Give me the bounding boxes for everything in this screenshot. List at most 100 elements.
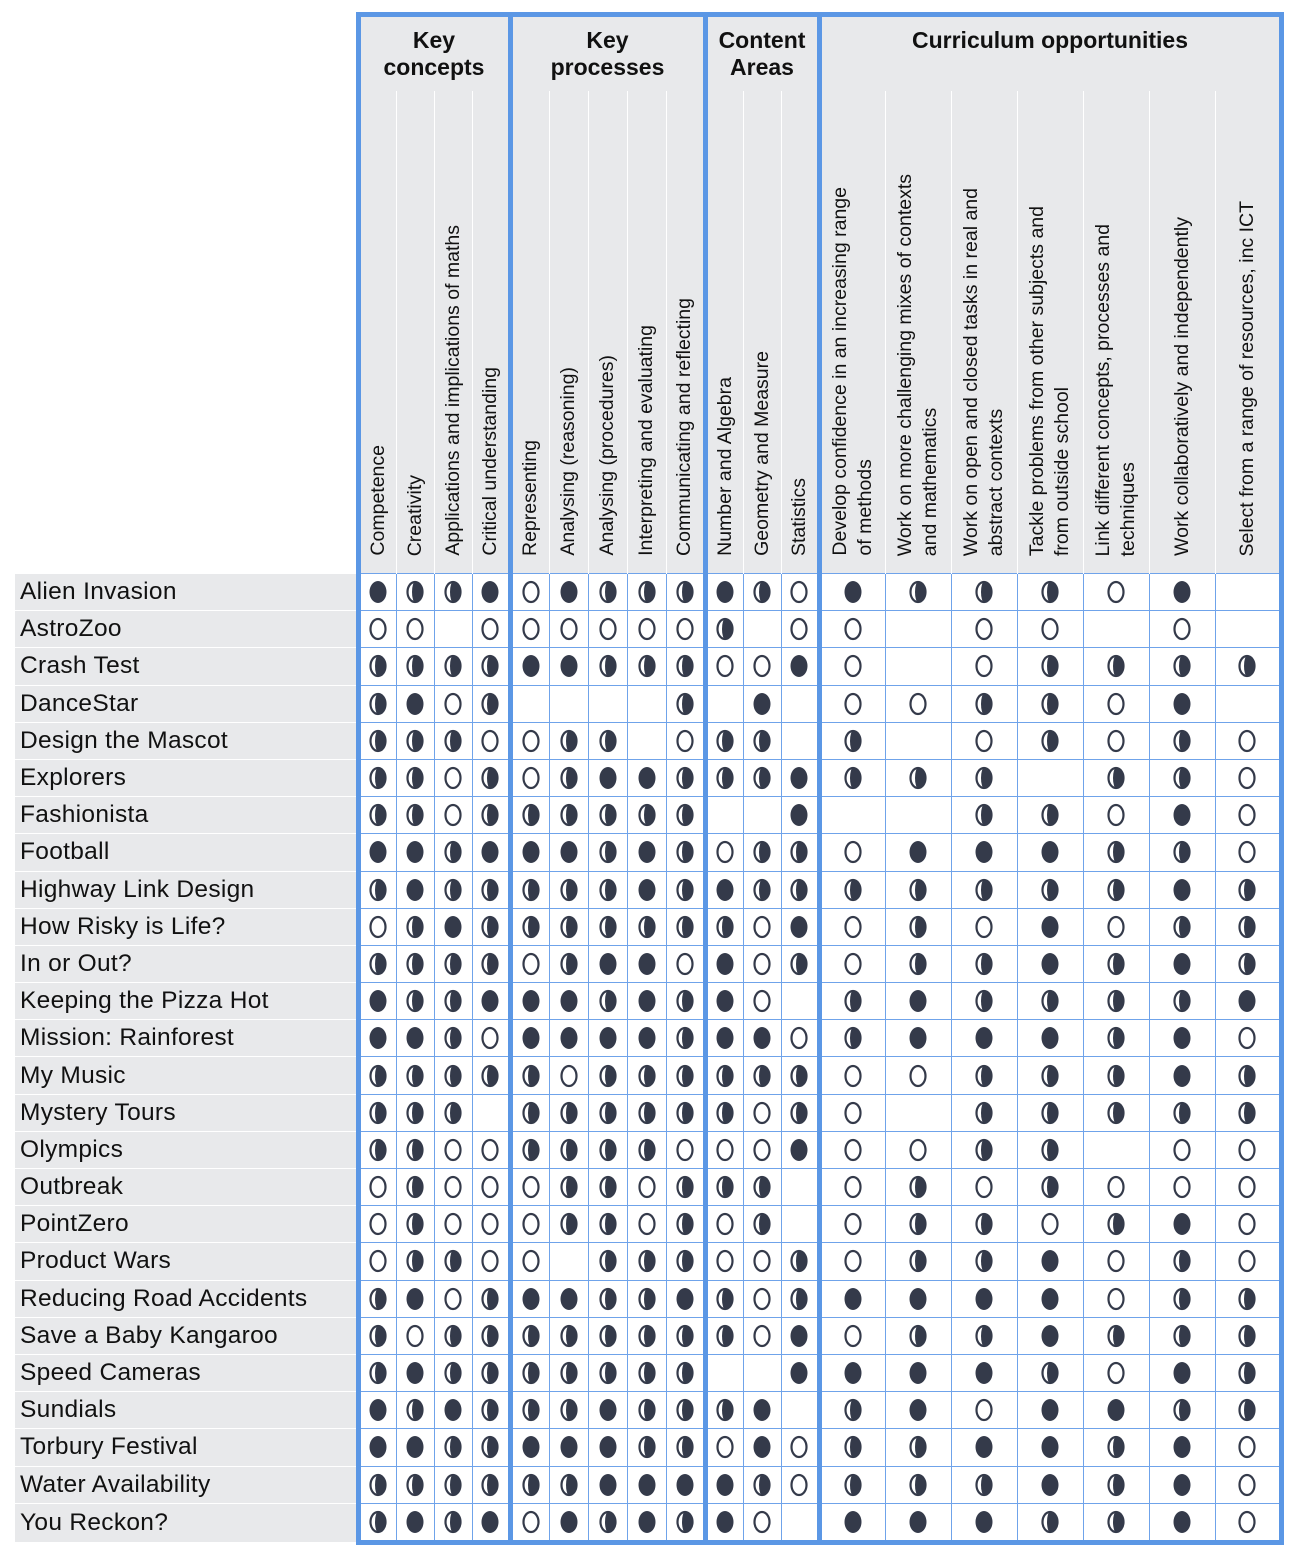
role-cell	[1016, 1205, 1084, 1244]
role-cell	[587, 572, 628, 612]
major-role-icon	[1041, 1399, 1059, 1422]
role-cell	[626, 758, 667, 798]
major-role-icon	[1173, 581, 1191, 604]
minor-role-icon	[1238, 1027, 1256, 1050]
role-cell	[507, 610, 550, 649]
significant-role-icon	[1173, 841, 1191, 864]
role-cell	[780, 1353, 820, 1393]
role-cell	[1082, 1056, 1150, 1095]
column-header-label: Statistics	[787, 477, 810, 556]
role-cell	[507, 758, 550, 798]
role-cell	[665, 1056, 706, 1095]
role-cell	[507, 1391, 550, 1430]
role-cell	[433, 758, 473, 798]
role-cell	[950, 1242, 1018, 1281]
minor-role-icon	[1107, 804, 1125, 827]
role-cell	[395, 647, 435, 686]
significant-role-icon	[598, 1101, 617, 1124]
role-cell	[1082, 833, 1150, 872]
role-cell	[780, 870, 820, 909]
significant-role-icon	[844, 878, 862, 901]
column-header-label: Number and Algebra	[713, 377, 736, 556]
major-role-icon	[1041, 1250, 1059, 1273]
role-cell	[395, 684, 435, 723]
significant-role-icon	[975, 1250, 993, 1273]
significant-role-icon	[716, 1101, 734, 1124]
role-cell	[816, 1056, 886, 1095]
role-cell	[1082, 1242, 1150, 1281]
minor-role-icon	[844, 692, 862, 715]
significant-role-icon	[1107, 1436, 1125, 1459]
role-cell	[1082, 758, 1150, 798]
significant-role-icon	[975, 1473, 993, 1496]
role-cell	[702, 1093, 744, 1132]
role-cell	[702, 1167, 744, 1207]
significant-role-icon	[716, 1324, 734, 1347]
significant-role-icon	[909, 1213, 927, 1236]
major-role-icon	[599, 1436, 616, 1459]
significant-role-icon	[1041, 1175, 1059, 1199]
significant-role-icon	[790, 878, 808, 901]
major-role-icon	[560, 655, 577, 678]
role-cell	[1214, 1056, 1284, 1095]
significant-role-icon	[444, 878, 462, 901]
minor-role-icon	[753, 1287, 771, 1310]
column-header: Communicating and reflecting	[666, 91, 706, 574]
minor-role-icon	[753, 655, 771, 678]
role-cell	[355, 796, 397, 835]
activity-name: Outbreak	[15, 1168, 358, 1207]
role-cell	[780, 1167, 820, 1207]
significant-role-icon	[716, 766, 734, 790]
role-cell	[507, 1242, 550, 1281]
significant-role-icon	[369, 1473, 387, 1496]
role-cell	[395, 1019, 435, 1058]
minor-role-icon	[844, 952, 862, 976]
role-cell	[884, 870, 952, 909]
minor-role-icon	[559, 618, 578, 641]
minor-role-icon	[716, 1213, 734, 1236]
column-header: Competence	[355, 91, 397, 574]
role-cell	[1214, 1465, 1284, 1504]
major-role-icon	[844, 1287, 862, 1310]
role-cell	[471, 944, 511, 984]
role-cell	[884, 572, 952, 612]
role-cell	[626, 833, 667, 872]
significant-role-icon	[975, 580, 993, 604]
minor-role-icon	[444, 766, 462, 790]
significant-role-icon	[521, 1473, 540, 1496]
role-cell	[433, 907, 473, 946]
corner-blank	[15, 14, 358, 574]
role-cell	[1082, 944, 1150, 984]
role-cell	[355, 610, 397, 649]
major-role-icon	[1173, 1362, 1191, 1385]
role-cell	[884, 721, 952, 760]
role-cell	[702, 1316, 744, 1355]
minor-role-icon	[975, 915, 993, 938]
significant-role-icon	[716, 618, 734, 641]
significant-role-icon	[481, 952, 499, 976]
role-cell	[626, 684, 667, 723]
role-cell	[626, 572, 667, 612]
major-role-icon	[406, 1510, 424, 1533]
role-cell	[395, 796, 435, 835]
significant-role-icon	[1173, 1287, 1191, 1310]
table-row: Keeping the Pizza Hot	[15, 982, 1284, 1021]
major-role-icon	[599, 1027, 616, 1050]
activity-name: PointZero	[15, 1205, 358, 1244]
significant-role-icon	[844, 1473, 862, 1496]
role-cell	[626, 1205, 667, 1244]
major-role-icon	[1041, 1473, 1059, 1496]
role-cell	[1082, 1502, 1150, 1545]
table-row: Save a Baby Kangaroo	[15, 1316, 1284, 1355]
role-cell	[1214, 610, 1284, 649]
role-cell	[742, 1205, 782, 1244]
significant-role-icon	[1173, 766, 1191, 790]
major-role-icon	[560, 1027, 577, 1050]
minor-role-icon	[1107, 580, 1125, 604]
role-cell	[950, 1316, 1018, 1355]
role-cell	[587, 982, 628, 1021]
role-cell	[1214, 1130, 1284, 1170]
significant-role-icon	[369, 1510, 387, 1533]
minor-role-icon	[909, 692, 927, 715]
minor-role-icon	[521, 580, 540, 604]
